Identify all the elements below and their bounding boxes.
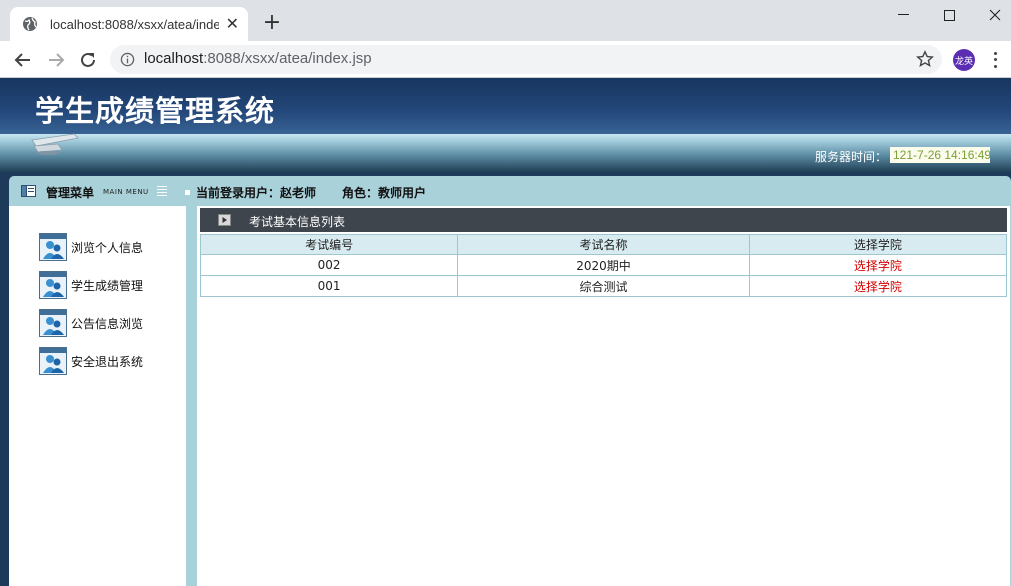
minimize-icon[interactable]: [880, 2, 926, 28]
url-path: :8088/xsxx/atea/index.jsp: [203, 50, 372, 67]
role-label: 角色：: [342, 186, 379, 200]
sidebar-item-label: 学生成绩管理: [71, 278, 144, 293]
star-icon[interactable]: [916, 50, 934, 68]
sidebar-item-notices[interactable]: 公告信息浏览: [39, 308, 143, 338]
menu-panel-icon: [21, 185, 36, 197]
server-time-value: 121-7-26 14:16:49: [890, 147, 990, 163]
sidebar-item-label: 公告信息浏览: [71, 316, 144, 331]
forward-icon[interactable]: [45, 49, 67, 71]
column-header: 选择学院: [748, 234, 1008, 255]
user-icon: [39, 233, 67, 261]
user-label: 当前登录用户：: [196, 186, 281, 200]
user-icon: [39, 347, 67, 375]
column-header: 考试编号: [199, 234, 459, 255]
maximize-icon[interactable]: [926, 2, 972, 28]
column-header: 考试名称: [457, 234, 750, 255]
exam-id: 001: [199, 275, 459, 297]
close-icon[interactable]: ✕: [225, 16, 240, 32]
sidebar-item-label: 浏览个人信息: [71, 240, 144, 255]
bullet-icon: [185, 190, 190, 195]
sidebar-item-profile[interactable]: 浏览个人信息: [39, 232, 143, 262]
list-icon: [157, 186, 167, 196]
url-text: localhost:8088/xsxx/atea/index.jsp: [144, 50, 372, 67]
back-icon[interactable]: [12, 49, 34, 71]
site-header: 学生成绩管理系统: [0, 78, 1011, 138]
play-icon: [218, 214, 231, 226]
user-icon: [39, 271, 67, 299]
address-toolbar: localhost:8088/xsxx/atea/index.jsp 龙英: [0, 41, 1011, 78]
user-name: 赵老师: [280, 186, 317, 200]
info-icon[interactable]: [120, 52, 135, 67]
url-host: localhost: [144, 50, 204, 67]
address-bar[interactable]: localhost:8088/xsxx/atea/index.jsp: [110, 45, 942, 74]
menu-bar: 管理菜单 MAIN MENU 当前登录用户：赵老师 角色：教师用户: [9, 176, 1011, 206]
page-title: 学生成绩管理系统: [35, 94, 276, 128]
menu-title: 管理菜单: [46, 186, 95, 200]
exam-table: 考试编号 考试名称 选择学院 002 2020期中 选择学院 001 综合测试 …: [199, 234, 1008, 297]
sidebar-item-grades[interactable]: 学生成绩管理: [39, 270, 143, 300]
browser-tab-strip: localhost:8088/xsxx/atea/index.jsp ✕ +: [0, 0, 1011, 41]
select-college-link[interactable]: 选择学院: [748, 275, 1008, 297]
sidebar-item-label: 安全退出系统: [71, 354, 144, 369]
more-icon[interactable]: [988, 50, 1002, 70]
window-close-icon[interactable]: [972, 2, 1011, 28]
exam-id: 002: [199, 254, 459, 276]
table-row: 001 综合测试 选择学院: [199, 275, 1008, 297]
table-header-row: 考试编号 考试名称 选择学院: [199, 234, 1008, 255]
sidebar: 浏览个人信息 学生成绩管理 公告信息浏览 安全退出系统: [9, 206, 186, 586]
main-frame: 管理菜单 MAIN MENU 当前登录用户：赵老师 角色：教师用户 浏览个人信息: [9, 176, 1011, 586]
plus-icon[interactable]: +: [262, 12, 282, 34]
monitor-icon: [31, 133, 79, 155]
sidebar-item-logout[interactable]: 安全退出系统: [39, 346, 143, 376]
browser-tab[interactable]: localhost:8088/xsxx/atea/index.jsp ✕: [10, 7, 248, 41]
content-header: 考试基本信息列表: [200, 208, 1007, 232]
globe-icon: [23, 17, 37, 31]
reload-icon[interactable]: [77, 49, 99, 71]
exam-name: 综合测试: [457, 275, 750, 297]
exam-name: 2020期中: [457, 254, 750, 276]
content-panel: 考试基本信息列表 考试编号 考试名称 选择学院 002 2020期中 选择学院: [197, 206, 1010, 586]
table-row: 002 2020期中 选择学院: [199, 254, 1008, 276]
user-info: 当前登录用户：赵老师 角色：教师用户: [196, 184, 426, 201]
server-time-label: 服务器时间：: [815, 150, 888, 164]
content-title: 考试基本信息列表: [249, 215, 346, 229]
role-name: 教师用户: [378, 186, 427, 200]
page: 学生成绩管理系统 服务器时间： 121-7-26 14:16:49 管理菜单 M…: [0, 78, 1011, 586]
tab-title: localhost:8088/xsxx/atea/index.jsp: [50, 16, 219, 32]
avatar[interactable]: 龙英: [953, 49, 975, 71]
select-college-link[interactable]: 选择学院: [748, 254, 1008, 276]
menu-subtitle: MAIN MENU: [103, 188, 149, 196]
user-icon: [39, 309, 67, 337]
